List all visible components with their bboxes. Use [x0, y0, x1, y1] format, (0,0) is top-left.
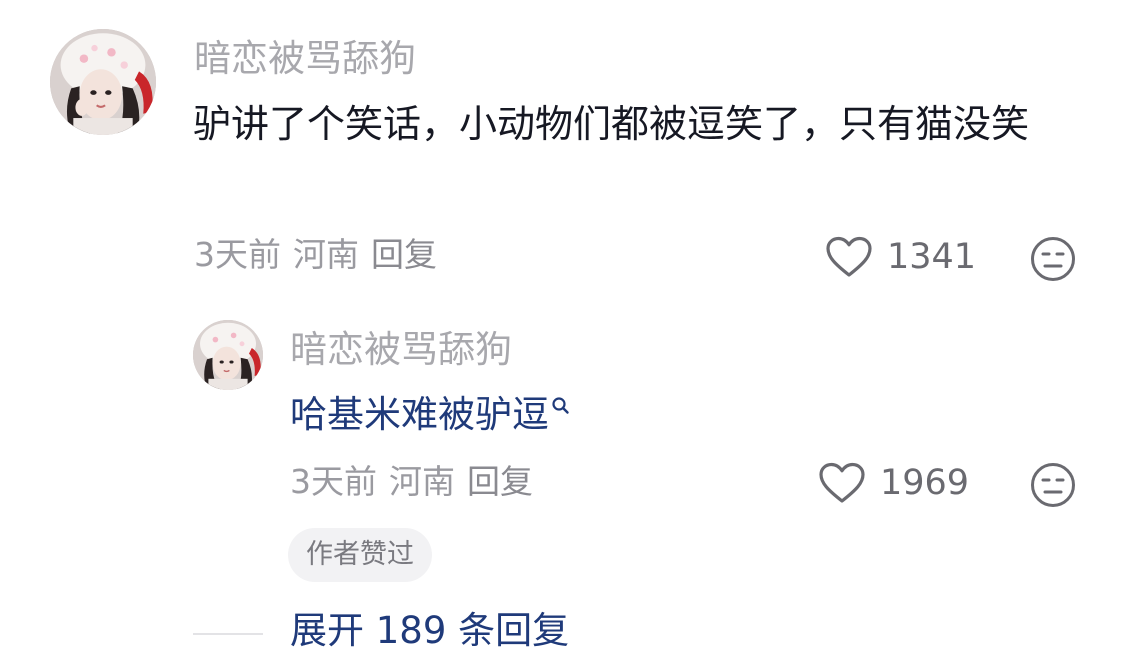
reply-meta: 3天前 河南 回复 [290, 465, 545, 498]
dislike-button[interactable] [1030, 236, 1076, 286]
comment-meta: 3天前 河南 回复 [194, 238, 449, 271]
meh-face-icon [1031, 237, 1075, 281]
reply-location: 河南 [389, 462, 455, 501]
like-button[interactable]: 1341 [825, 236, 976, 278]
like-count: 1341 [887, 236, 977, 277]
avatar-image [50, 29, 156, 135]
comment-location: 河南 [293, 235, 359, 274]
comment-username[interactable]: 暗恋被骂舔狗 [194, 40, 416, 77]
search-icon[interactable] [551, 396, 571, 418]
comment-thread: 暗恋被骂舔狗 驴讲了个笑话，小动物们都被逗笑了，只有猫没笑 3天前 河南 回复 13… [0, 0, 1125, 671]
user-avatar[interactable] [50, 29, 156, 135]
expand-divider [193, 633, 263, 635]
reply-button[interactable]: 回复 [371, 235, 437, 274]
avatar-image [193, 320, 263, 390]
reply-dislike-button[interactable] [1030, 462, 1076, 512]
reply-like-button[interactable]: 1969 [818, 462, 969, 504]
reply-time: 3天前 [290, 462, 377, 501]
heart-outline-icon [819, 462, 865, 503]
reply-like-count: 1969 [880, 462, 970, 503]
reply-username[interactable]: 暗恋被骂舔狗 [290, 331, 512, 368]
comment-text: 驴讲了个笑话，小动物们都被逗笑了，只有猫没笑 [193, 102, 1030, 146]
reply-text: 哈基米难被驴逗 [290, 396, 571, 433]
reply-reply-button[interactable]: 回复 [467, 462, 533, 501]
heart-outline-icon [826, 236, 872, 277]
author-liked-badge: 作者赞过 [288, 528, 432, 582]
reply-user-avatar[interactable] [193, 320, 263, 390]
reply-text-content: 哈基米难被驴逗 [290, 393, 549, 436]
comment-time: 3天前 [194, 235, 281, 274]
meh-face-icon [1031, 463, 1075, 507]
expand-replies-button[interactable]: 展开 189 条回复 [290, 612, 569, 649]
